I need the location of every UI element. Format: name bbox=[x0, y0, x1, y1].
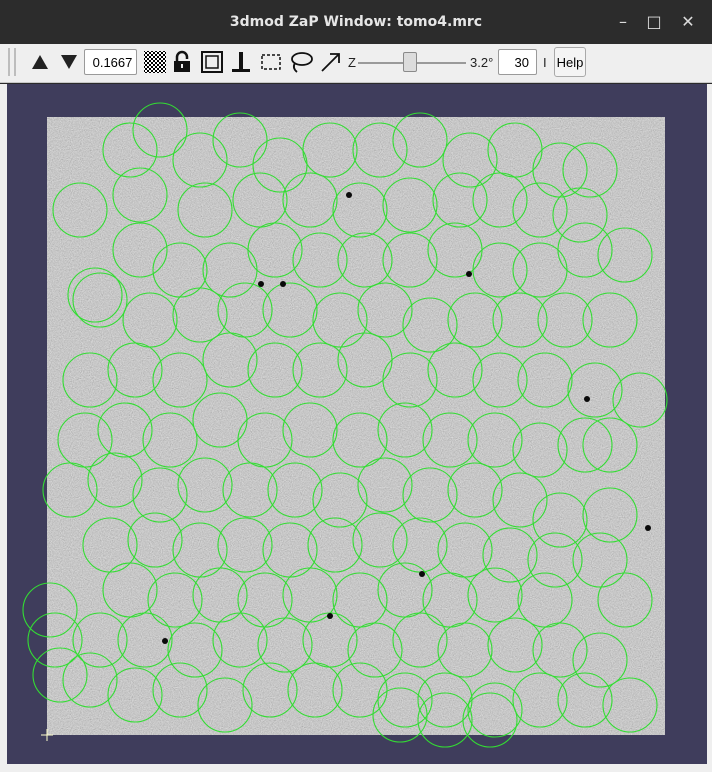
toolbar: 0.1667 Z 3.2° 30 I Help bbox=[0, 44, 712, 83]
gold-bead bbox=[584, 396, 590, 402]
gold-bead bbox=[419, 571, 425, 577]
toolbar-grip[interactable] bbox=[8, 48, 10, 76]
maximize-button[interactable]: □ bbox=[642, 10, 666, 34]
tomogram-texture bbox=[47, 117, 665, 735]
gold-bead bbox=[162, 638, 168, 644]
arrow-toggle[interactable] bbox=[318, 49, 344, 75]
anchor-icon bbox=[232, 52, 250, 72]
left-frame bbox=[0, 84, 7, 772]
step-down-button[interactable] bbox=[56, 49, 82, 75]
selection-rect-icon bbox=[261, 54, 281, 70]
tomogram-view[interactable] bbox=[7, 84, 707, 764]
z-slider-label: Z bbox=[348, 55, 356, 70]
checkerboard-toggle[interactable] bbox=[142, 49, 168, 75]
anchor-toggle[interactable] bbox=[228, 49, 254, 75]
lasso-icon bbox=[291, 52, 313, 73]
rubberband-toggle[interactable] bbox=[258, 49, 284, 75]
toolbar-grip-2[interactable] bbox=[14, 48, 16, 76]
image-viewport[interactable] bbox=[7, 84, 707, 764]
gold-bead bbox=[466, 271, 472, 277]
z-separator: I bbox=[543, 55, 547, 70]
lasso-toggle[interactable] bbox=[288, 49, 314, 75]
window-title: 3dmod ZaP Window: tomo4.mrc bbox=[229, 14, 483, 30]
step-up-button[interactable] bbox=[27, 49, 53, 75]
gold-bead bbox=[258, 281, 264, 287]
gold-bead bbox=[280, 281, 286, 287]
help-button[interactable]: Help bbox=[554, 47, 586, 77]
box-frame-icon bbox=[201, 51, 223, 73]
box-toggle[interactable] bbox=[199, 49, 225, 75]
gold-bead bbox=[346, 192, 352, 198]
zoom-input[interactable]: 0.1667 bbox=[84, 49, 137, 75]
z-angle-value: 3.2° bbox=[470, 55, 494, 70]
z-step-input[interactable]: 30 bbox=[498, 49, 537, 75]
checkerboard-icon bbox=[144, 51, 166, 73]
gold-bead bbox=[327, 613, 333, 619]
bottom-frame bbox=[0, 764, 712, 772]
lock-icon bbox=[174, 50, 190, 72]
title-bar: 3dmod ZaP Window: tomo4.mrc – □ ✕ bbox=[0, 0, 712, 44]
gold-bead bbox=[645, 525, 651, 531]
down-arrow-icon bbox=[61, 55, 77, 69]
minimize-button[interactable]: – bbox=[611, 10, 635, 34]
close-button[interactable]: ✕ bbox=[676, 10, 700, 34]
lock-toggle[interactable] bbox=[169, 49, 195, 75]
up-arrow-icon bbox=[32, 55, 48, 69]
z-slider-handle[interactable] bbox=[403, 52, 417, 72]
arrow-icon bbox=[321, 53, 340, 72]
right-frame bbox=[707, 84, 712, 772]
